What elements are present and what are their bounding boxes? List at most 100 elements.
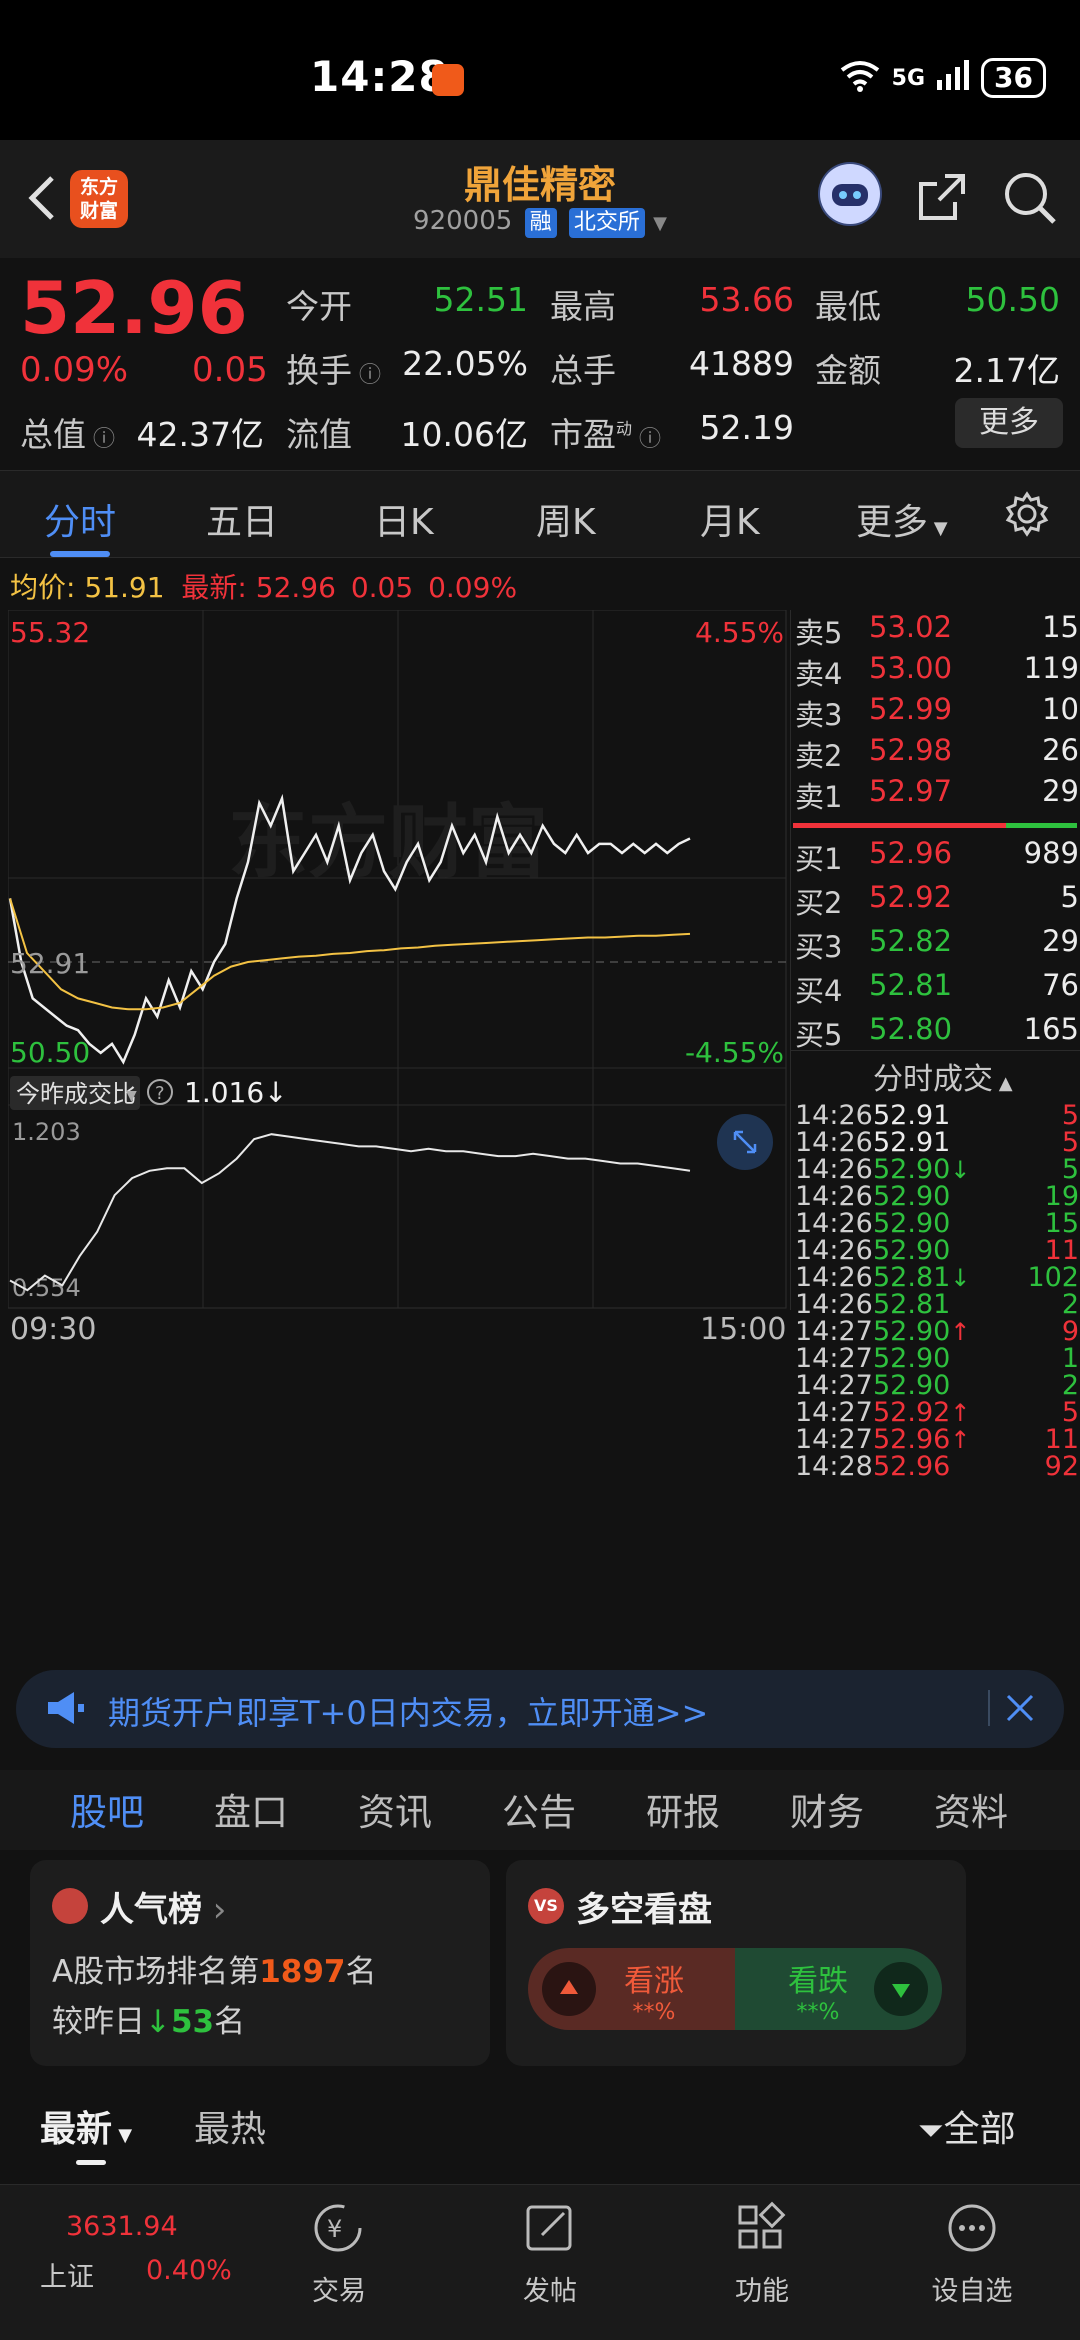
turnover-label[interactable]: 换手 ⓘ bbox=[286, 344, 381, 392]
bear-label[interactable]: 看跌 **% bbox=[788, 1956, 848, 2025]
dropdown-icon: ▼ bbox=[126, 1088, 137, 1104]
ai-assistant-icon[interactable] bbox=[818, 162, 882, 226]
filter-icon: ⏷ bbox=[918, 2111, 944, 2149]
tab-intraday[interactable]: 分时 bbox=[44, 493, 116, 545]
intraday-chart[interactable]: 东方财富 55.32 52.91 50.50 4.55% -4.55% 今昨成交… bbox=[8, 610, 788, 1310]
nav-trade[interactable]: 交易 bbox=[279, 2269, 399, 2308]
volume-label: 总手 bbox=[550, 351, 616, 390]
vol-ratio-label: 今昨成交比 bbox=[16, 1080, 136, 1108]
megaphone-icon bbox=[44, 1688, 86, 1732]
ask-row[interactable]: 卖3 52.99 10 bbox=[795, 692, 1079, 732]
ask-row[interactable]: 卖1 52.97 29 bbox=[795, 774, 1079, 814]
tab-more[interactable]: 更多 ▼ bbox=[856, 493, 948, 545]
change-amount: 0.05 bbox=[192, 350, 268, 390]
mktcap-label[interactable]: 总值 ⓘ bbox=[20, 408, 115, 456]
low-value: 50.50 bbox=[965, 280, 1060, 319]
tab-finance[interactable]: 财务 bbox=[790, 1782, 864, 1836]
svg-text:?: ? bbox=[155, 1083, 165, 1104]
order-book: 卖5 53.02 15 卖4 53.00 119 卖3 52.99 10 卖2 … bbox=[790, 610, 1080, 1482]
ask-row[interactable]: 卖5 53.02 15 bbox=[795, 610, 1079, 650]
pe-label[interactable]: 市盈动 ⓘ bbox=[550, 408, 661, 456]
quote-panel: 52.96 0.09% 0.05 今开 52.51 最高 53.66 最低 50… bbox=[0, 258, 1080, 468]
ad-text[interactable]: 期货开户即享T+0日内交易，立即开通>> bbox=[108, 1688, 708, 1734]
tab-daily-k[interactable]: 日K bbox=[374, 493, 434, 545]
status-bar: 14:28 5G 36 bbox=[0, 0, 1080, 140]
close-icon[interactable] bbox=[1004, 1692, 1036, 1728]
pct-max-label: 4.55% bbox=[695, 616, 784, 649]
share-icon[interactable] bbox=[915, 170, 969, 224]
bid-row[interactable]: 买3 52.82 29 bbox=[795, 924, 1079, 964]
y-min-label: 50.50 bbox=[10, 1036, 90, 1069]
feed-tab-indicator bbox=[76, 2160, 106, 2165]
active-tab-indicator bbox=[50, 551, 110, 557]
tab-weekly-k[interactable]: 周K bbox=[536, 493, 596, 545]
mktcap-value: 42.37亿 bbox=[136, 415, 264, 454]
long-short-title: 多空看盘 bbox=[576, 1890, 712, 1930]
wifi-icon bbox=[838, 58, 882, 98]
index-pct[interactable]: 0.40% bbox=[146, 2255, 232, 2286]
change-percent: 0.09% bbox=[20, 350, 129, 390]
volume-value: 41889 bbox=[689, 344, 794, 383]
grid-icon[interactable] bbox=[734, 2201, 790, 2259]
tab-pankou[interactable]: 盘口 bbox=[214, 1782, 288, 1836]
nav-add-watchlist[interactable]: 设自选 bbox=[912, 2269, 1032, 2308]
tick-row[interactable]: 14:28 52.96 92 bbox=[795, 1451, 1079, 1484]
float-label: 流值 bbox=[286, 415, 352, 454]
bull-label[interactable]: 看涨 **% bbox=[624, 1956, 684, 2025]
ticks-title[interactable]: 分时成交 ▲ bbox=[873, 1054, 1013, 1098]
more-dots-icon[interactable] bbox=[944, 2201, 1000, 2259]
low-label: 最低 bbox=[815, 287, 881, 326]
nav-post[interactable]: 发帖 bbox=[490, 2269, 610, 2308]
tab-profile[interactable]: 资料 bbox=[934, 1782, 1008, 1836]
average-price-bar: 均价: 51.91 最新: 52.96 0.05 0.09% bbox=[10, 571, 518, 604]
popularity-title: 人气榜 › bbox=[100, 1890, 227, 1930]
tab-announcements[interactable]: 公告 bbox=[502, 1782, 576, 1836]
rank-change-line: 较昨日↓53名 bbox=[52, 2004, 246, 2040]
exchange-tag: 北交所 bbox=[568, 208, 645, 238]
nav-functions[interactable]: 功能 bbox=[702, 2269, 822, 2308]
feed-filter[interactable]: ⏷全部 bbox=[918, 2100, 1016, 2152]
turnover-value: 22.05% bbox=[402, 344, 528, 383]
y-max-label: 55.32 bbox=[10, 616, 90, 649]
tab-research[interactable]: 研报 bbox=[646, 1782, 720, 1836]
bear-button[interactable] bbox=[874, 1962, 928, 2016]
amount-label: 金额 bbox=[815, 351, 881, 390]
compose-icon[interactable] bbox=[522, 2201, 578, 2259]
popularity-card[interactable]: 人气榜 › A股市场排名第1897名 较昨日↓53名 bbox=[30, 1860, 490, 2066]
bid-ask-ratio-bar bbox=[793, 823, 1077, 828]
signal-icon bbox=[935, 58, 971, 98]
search-icon[interactable] bbox=[1000, 168, 1060, 228]
stock-header: 东方 财富 鼎佳精密 920005 融 北交所 ▼ bbox=[0, 140, 1080, 258]
ask-row[interactable]: 卖2 52.98 26 bbox=[795, 733, 1079, 773]
amount-value: 2.17亿 bbox=[953, 351, 1060, 390]
index-name[interactable]: 上证 bbox=[40, 2255, 94, 2294]
pe-value: 52.19 bbox=[699, 408, 794, 447]
bid-row[interactable]: 买1 52.96 989 bbox=[795, 836, 1079, 876]
bid-row[interactable]: 买5 52.80 165 bbox=[795, 1012, 1079, 1052]
status-icons: 5G 36 bbox=[838, 58, 1046, 98]
bid-row[interactable]: 买2 52.92 5 bbox=[795, 880, 1079, 920]
vol-ratio-value: 1.016 bbox=[184, 1076, 264, 1109]
latest-price: 52.96 bbox=[255, 571, 336, 604]
avg-price: 51.91 bbox=[84, 571, 165, 604]
bull-button[interactable] bbox=[542, 1962, 596, 2016]
settings-icon[interactable] bbox=[1004, 491, 1050, 541]
feed-tab-latest[interactable]: 最新 ▼ bbox=[40, 2100, 132, 2152]
battery-indicator: 36 bbox=[981, 58, 1046, 98]
open-label: 今开 bbox=[286, 287, 352, 326]
trade-icon[interactable]: ¥ bbox=[308, 2201, 368, 2259]
tab-guba[interactable]: 股吧 bbox=[70, 1782, 144, 1836]
feed-tab-hot[interactable]: 最热 bbox=[194, 2100, 266, 2152]
long-short-card[interactable]: VS 多空看盘 看涨 **% 看跌 **% bbox=[506, 1860, 966, 2066]
tab-five-day[interactable]: 五日 bbox=[206, 493, 278, 545]
open-value: 52.51 bbox=[433, 280, 528, 319]
bid-row[interactable]: 买4 52.81 76 bbox=[795, 968, 1079, 1008]
x-start-label: 09:30 bbox=[10, 1312, 97, 1347]
index-value[interactable]: 3631.94 bbox=[66, 2211, 178, 2242]
tab-monthly-k[interactable]: 月K bbox=[700, 493, 760, 545]
vs-icon: VS bbox=[528, 1888, 564, 1924]
notification-app-icon bbox=[432, 64, 464, 96]
more-button[interactable]: 更多 bbox=[955, 398, 1063, 448]
tab-news[interactable]: 资讯 bbox=[358, 1782, 432, 1836]
ask-row[interactable]: 卖4 53.00 119 bbox=[795, 651, 1079, 691]
